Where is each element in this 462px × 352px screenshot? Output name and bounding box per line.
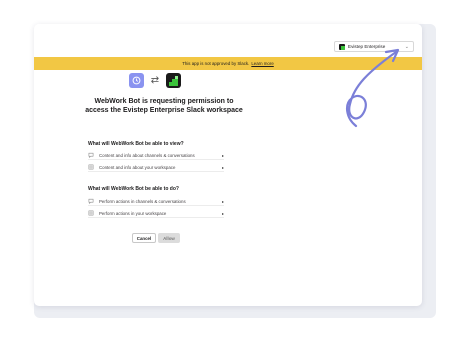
permission-label: Perform actions in your workspace [99, 210, 167, 216]
expand-arrow-icon: ▸ [221, 152, 224, 158]
permission-label: Content and info about your workspace [99, 164, 176, 170]
grid-icon [88, 210, 94, 216]
app-icons-row: ⇄ [129, 73, 199, 91]
page-title-line2: access the Evistep Enterprise Slack work… [85, 107, 243, 114]
workspace-select[interactable]: Evistep Enterprise ⌄ [334, 41, 414, 52]
permission-label: Content and info about channels & conver… [99, 152, 195, 158]
grid-icon [88, 164, 94, 170]
browser-window: Evistep Enterprise ⌄ This app is not app… [34, 24, 422, 306]
view-permission-row[interactable]: Content and info about channels & conver… [88, 151, 224, 160]
warning-banner: This app is not approved by Slack. Learn… [34, 57, 422, 70]
view-section-title: What will WebWork Bot be able to view? [88, 141, 184, 147]
page-title: WebWork Bot is requesting permission to … [74, 97, 254, 115]
do-section-title: What will WebWork Bot be able to do? [88, 186, 179, 192]
chat-bubble-icon [88, 198, 94, 204]
do-permission-row[interactable]: Perform actions in your workspace ▸ [88, 209, 224, 218]
expand-arrow-icon: ▸ [221, 198, 224, 204]
page-title-line1: WebWork Bot is requesting permission to [94, 98, 234, 105]
expand-arrow-icon: ▸ [221, 210, 224, 216]
permission-label: Perform actions in channels & conversati… [99, 198, 186, 204]
evistep-logo-icon [166, 73, 181, 88]
evistep-small-logo-icon [339, 43, 345, 50]
view-permission-row[interactable]: Content and info about your workspace ▸ [88, 163, 224, 172]
chat-bubble-icon [88, 152, 94, 158]
webwork-clock-icon [129, 73, 144, 88]
allow-button[interactable]: Allow [158, 233, 180, 243]
chevron-down-icon: ⌄ [404, 43, 409, 50]
banner-text: This app is not approved by Slack. [182, 61, 250, 66]
workspace-name: Evistep Enterprise [348, 44, 386, 49]
cancel-button[interactable]: Cancel [132, 233, 156, 243]
do-permission-row[interactable]: Perform actions in channels & conversati… [88, 197, 224, 206]
expand-arrow-icon: ▸ [221, 164, 224, 170]
learn-more-link[interactable]: Learn more [251, 61, 273, 66]
swap-arrows-icon: ⇄ [150, 75, 160, 86]
top-bar: Evistep Enterprise ⌄ [34, 24, 422, 57]
